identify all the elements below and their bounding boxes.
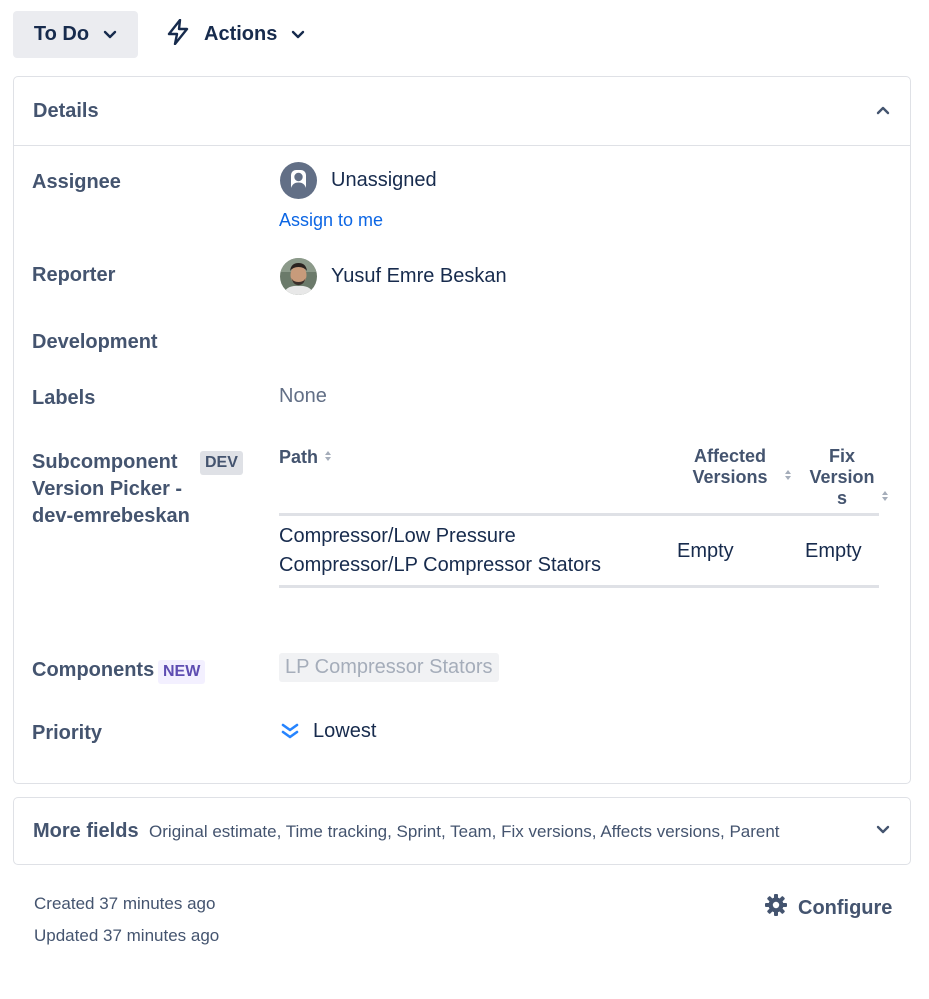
priority-label: Priority [32,722,103,744]
assignee-label: Assignee [32,171,121,193]
assign-to-me-link[interactable]: Assign to me [279,210,383,231]
more-fields-title: More fields [33,819,139,842]
affected-versions-column-header[interactable]: Affected Versions [688,446,772,488]
priority-lowest-icon [280,722,300,745]
actions-label: Actions [204,23,278,45]
chevron-up-icon[interactable] [876,102,890,120]
dev-badge: DEV [200,451,243,475]
reporter-label: Reporter [32,264,116,286]
path-column-header[interactable]: Path [279,447,333,469]
sort-icon[interactable] [783,467,793,488]
updated-timestamp: Updated 37 minutes ago [34,926,220,945]
subcomponent-label-line1: Subcomponent [32,451,178,473]
chevron-down-icon [103,30,117,40]
subcomponent-label-line3: dev-emrebeskan [32,505,190,527]
table-bottom-divider [279,585,879,588]
labels-value[interactable]: None [279,385,327,408]
development-label: Development [32,331,158,353]
affected-versions-cell: Empty [677,540,734,562]
component-tag[interactable]: LP Compressor Stators [279,653,499,682]
chevron-down-icon[interactable] [876,822,890,840]
fix-versions-column-header[interactable]: Fix Version s [805,446,879,509]
path-cell-line2: Compressor/LP Compressor Stators [279,554,601,576]
more-fields-description: Original estimate, Time tracking, Sprint… [149,821,780,841]
priority-value[interactable]: Lowest [313,720,376,743]
gear-icon [764,893,788,923]
more-fields-panel[interactable]: More fields Original estimate, Time trac… [13,797,911,865]
status-label: To Do [33,23,90,45]
labels-label: Labels [32,387,96,409]
actions-dropdown-button[interactable]: Actions [166,11,305,58]
lightning-icon [166,18,190,51]
path-cell-line1: Compressor/Low Pressure [279,525,516,547]
new-badge: NEW [158,660,206,684]
assignee-value[interactable]: Unassigned [331,169,437,192]
components-label: Components [32,659,155,681]
subcomponent-label-line2: Version Picker - [32,478,183,500]
details-header[interactable]: Details [14,77,910,146]
chevron-down-icon [291,30,305,40]
status-dropdown-button[interactable]: To Do [13,11,138,58]
sort-icon [323,448,333,469]
configure-button[interactable]: Configure [764,893,892,923]
created-timestamp: Created 37 minutes ago [34,894,216,913]
reporter-value[interactable]: Yusuf Emre Beskan [331,265,507,288]
avatar-placeholder-icon [280,162,317,199]
avatar [280,258,317,295]
details-title: Details [33,99,99,122]
configure-label: Configure [798,896,893,919]
sort-icon[interactable] [880,488,890,509]
table-header-divider [279,513,879,516]
fix-versions-cell: Empty [805,540,862,562]
